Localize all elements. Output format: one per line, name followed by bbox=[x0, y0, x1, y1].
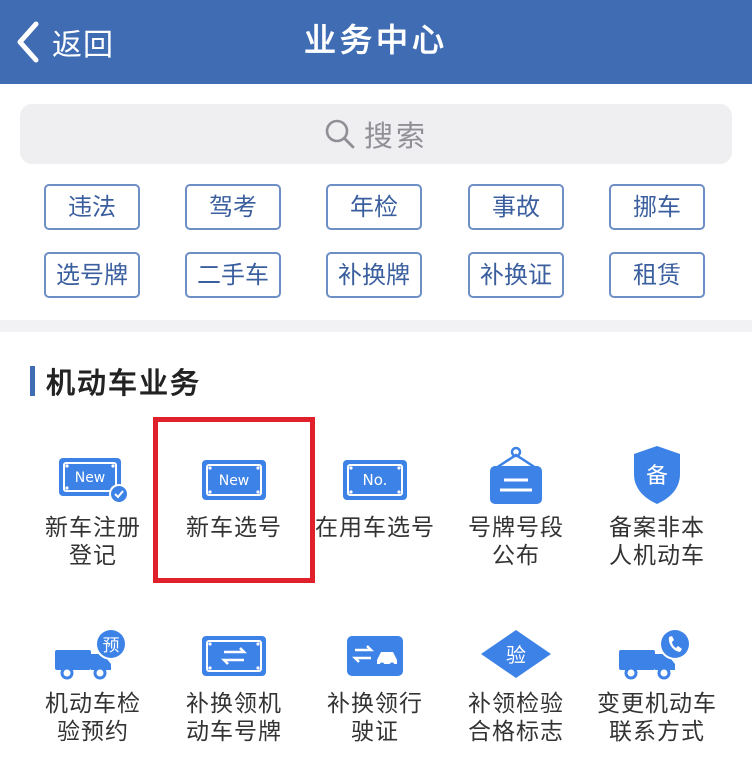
service-replace-vehicle-plate[interactable]: 补换领机 动车号牌 bbox=[159, 616, 309, 746]
service-in-use-car-number-selection[interactable]: No. 在用车选号 bbox=[300, 440, 450, 542]
hanging-sign-icon bbox=[441, 440, 591, 506]
number-plate-icon: No. bbox=[300, 440, 450, 506]
header-bar: 返回 业务中心 bbox=[0, 0, 752, 84]
tag-replace-plate[interactable]: 补换牌 bbox=[326, 252, 422, 298]
search-icon bbox=[325, 119, 355, 149]
svg-text:备: 备 bbox=[646, 464, 668, 489]
search-placeholder: 搜索 bbox=[363, 119, 428, 153]
truck-phone-icon bbox=[582, 616, 732, 682]
plate-exchange-icon bbox=[159, 616, 309, 682]
tag-select-plate[interactable]: 选号牌 bbox=[44, 252, 140, 298]
inspection-badge-icon: 验 bbox=[441, 616, 591, 682]
truck-appointment-icon: 预 bbox=[18, 616, 168, 682]
service-label: 新车注册 登记 bbox=[45, 515, 141, 569]
svg-text:验: 验 bbox=[506, 643, 526, 667]
license-exchange-icon bbox=[300, 616, 450, 682]
service-register-non-owned-vehicle[interactable]: 备 备案非本 人机动车 bbox=[582, 440, 732, 570]
section-title: 机动车业务 bbox=[46, 366, 202, 400]
service-label: 备案非本 人机动车 bbox=[609, 515, 705, 569]
service-label: 在用车选号 bbox=[315, 515, 435, 541]
tag-annual-inspection[interactable]: 年检 bbox=[326, 184, 422, 230]
service-plate-range-announcement[interactable]: 号牌号段 公布 bbox=[441, 440, 591, 570]
service-change-vehicle-contact[interactable]: 变更机动车 联系方式 bbox=[582, 616, 732, 746]
new-plate-check-icon: New bbox=[18, 440, 168, 506]
service-label: 变更机动车 联系方式 bbox=[597, 691, 717, 745]
service-label: 号牌号段 公布 bbox=[468, 515, 564, 569]
service-replace-driving-license[interactable]: 补换领行 驶证 bbox=[300, 616, 450, 746]
tag-rental[interactable]: 租赁 bbox=[609, 252, 705, 298]
service-label: 机动车检 验预约 bbox=[45, 691, 141, 745]
section-accent-bar bbox=[30, 366, 35, 396]
service-label: 补换领机 动车号牌 bbox=[186, 691, 282, 745]
service-new-car-registration[interactable]: New 新车注册 登记 bbox=[18, 440, 168, 570]
tag-move-car[interactable]: 挪车 bbox=[609, 184, 705, 230]
search-input[interactable]: 搜索 bbox=[20, 104, 732, 164]
tag-driving-test[interactable]: 驾考 bbox=[185, 184, 281, 230]
service-label: 补领检验 合格标志 bbox=[468, 691, 564, 745]
service-reissue-inspection-mark[interactable]: 验 补领检验 合格标志 bbox=[441, 616, 591, 746]
page-title: 业务中心 bbox=[303, 21, 448, 59]
svg-text:New: New bbox=[75, 470, 106, 486]
shield-icon: 备 bbox=[582, 440, 732, 506]
tag-accident[interactable]: 事故 bbox=[468, 184, 564, 230]
svg-text:预: 预 bbox=[103, 636, 120, 656]
section-divider bbox=[0, 320, 752, 332]
search-area: 搜索 违法 驾考 年检 事故 挪车 选号牌 二手车 补换牌 补换证 租赁 bbox=[0, 84, 752, 320]
service-label: 补换领行 驶证 bbox=[327, 691, 423, 745]
svg-text:No.: No. bbox=[363, 471, 388, 489]
tag-violation[interactable]: 违法 bbox=[44, 184, 140, 230]
tag-used-car[interactable]: 二手车 bbox=[185, 252, 281, 298]
tag-replace-license[interactable]: 补换证 bbox=[468, 252, 564, 298]
highlight-box bbox=[153, 417, 315, 583]
page: 返回 业务中心 搜索 违法 驾考 年检 事故 挪车 选号牌 二手车 补换牌 补换… bbox=[0, 0, 752, 779]
service-inspection-appointment[interactable]: 预 机动车检 验预约 bbox=[18, 616, 168, 746]
